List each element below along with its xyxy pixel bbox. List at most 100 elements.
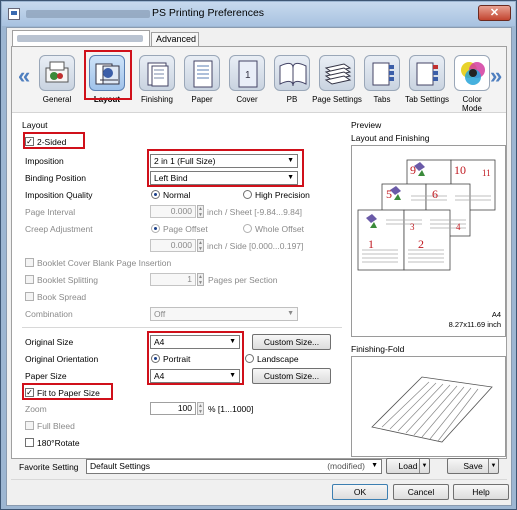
page-interval-spinner[interactable]: ▲ ▼: [197, 205, 204, 218]
load-label: Load: [398, 461, 418, 471]
zoom-input[interactable]: 100: [150, 402, 196, 415]
creep-whole-offset-label: Whole Offset: [255, 224, 304, 234]
creep-value-spinner[interactable]: ▲ ▼: [197, 239, 204, 252]
save-button[interactable]: Save ▼: [447, 458, 499, 474]
preview-paper-size: A4: [491, 310, 501, 319]
favorite-setting-value: Default Settings: [90, 461, 151, 471]
page-interval-label: Page Interval: [25, 207, 76, 217]
page-number-4: 4: [456, 222, 461, 232]
combination-label: Combination: [25, 309, 73, 319]
tool-layout-label: Layout: [93, 95, 121, 104]
finishing-fold-preview: [351, 356, 506, 457]
tool-layout[interactable]: Layout: [83, 51, 131, 111]
rotate-180-label: 180°Rotate: [37, 438, 80, 448]
layout-icon: [89, 55, 125, 91]
modified-indicator: (modified): [327, 461, 365, 471]
paper-custom-size-button[interactable]: Custom Size...: [252, 368, 331, 384]
section-divider: [22, 327, 342, 328]
tab-advanced[interactable]: Advanced: [151, 32, 199, 47]
page-number-2: 2: [418, 237, 424, 251]
save-dropdown-icon[interactable]: ▼: [488, 459, 498, 473]
perfect-binding-icon: [274, 55, 310, 91]
landscape-label: Landscape: [257, 354, 299, 364]
help-button[interactable]: Help: [453, 484, 509, 500]
scroll-left-arrow-icon[interactable]: «: [18, 63, 30, 89]
original-custom-size-button[interactable]: Custom Size...: [252, 334, 331, 350]
creep-adjustment-label: Creep Adjustment: [25, 224, 93, 234]
original-size-value: A4: [154, 337, 165, 347]
load-dropdown-icon[interactable]: ▼: [419, 459, 429, 473]
favorite-setting-select[interactable]: Default Settings (modified) ▼: [86, 459, 382, 474]
combination-select[interactable]: Off ▼: [150, 307, 298, 321]
finishing-icon: [139, 55, 175, 91]
chevron-down-icon: ▼: [287, 310, 294, 317]
fold-stack-illustration: [371, 376, 493, 443]
fit-to-paper-checkbox[interactable]: ✓: [25, 388, 34, 397]
combination-value: Off: [154, 309, 166, 319]
title-bar: PS Printing Preferences ✕: [2, 2, 515, 26]
save-label: Save: [463, 461, 483, 471]
chevron-down-icon: ▼: [287, 174, 294, 181]
settings-panel: « » General Layout Finishing Paper 1 Cov…: [11, 46, 507, 459]
preview-title: Preview: [351, 120, 382, 130]
ok-button[interactable]: OK: [332, 484, 388, 500]
preview-paper-dims: 8.27x11.69 inch: [448, 320, 501, 329]
printing-preferences-window: PS Printing Preferences ✕ Advanced « » G…: [0, 0, 517, 510]
booklet-cover-blank-checkbox[interactable]: [25, 258, 34, 267]
binding-position-label: Binding Position: [25, 173, 86, 183]
dialog-client-area: Advanced « » General Layout Finishing Pa…: [6, 27, 512, 506]
page-number-1: 1: [368, 237, 374, 251]
page-number-11: 11: [482, 168, 491, 178]
tool-color-mode-label: Color Mode: [461, 95, 482, 113]
portrait-label: Portrait: [163, 354, 191, 364]
two-sided-checkbox[interactable]: ✓: [25, 137, 34, 146]
imposition-label: Imposition: [25, 156, 64, 166]
redacted-printer-name: [26, 10, 150, 18]
tabs-icon: [364, 55, 400, 91]
zoom-spinner[interactable]: ▲ ▼: [197, 402, 204, 415]
landscape-radio[interactable]: [245, 354, 254, 363]
rotate-180-checkbox[interactable]: [25, 438, 34, 447]
color-mode-icon: [454, 55, 490, 91]
book-spread-checkbox[interactable]: [25, 292, 34, 301]
portrait-radio[interactable]: [151, 354, 160, 363]
book-spread-label: Book Spread: [37, 292, 87, 302]
creep-page-offset-radio[interactable]: [151, 224, 160, 233]
zoom-label: Zoom: [25, 404, 47, 414]
creep-whole-offset-radio[interactable]: [243, 224, 252, 233]
cover-icon: 1: [229, 55, 265, 91]
booklet-splitting-checkbox[interactable]: [25, 275, 34, 284]
chevron-down-icon: ▼: [229, 372, 236, 379]
chevron-down-icon: ▼: [371, 462, 378, 469]
imposition-select[interactable]: 2 in 1 (Full Size) ▼: [150, 154, 298, 168]
printer-app-icon: [8, 8, 20, 20]
cancel-button[interactable]: Cancel: [393, 484, 449, 500]
close-button[interactable]: ✕: [478, 5, 511, 21]
load-button[interactable]: Load ▼: [386, 458, 430, 474]
paper-size-value: A4: [154, 371, 165, 381]
binding-position-select[interactable]: Left Bind ▼: [150, 171, 298, 185]
tab-basic[interactable]: [12, 30, 150, 47]
booklet-splitting-input[interactable]: 1: [150, 273, 196, 286]
general-icon: [39, 55, 75, 91]
page-number-10: 10: [454, 163, 466, 177]
original-size-select[interactable]: A4 ▼: [150, 335, 240, 349]
quality-normal-label: Normal: [163, 190, 191, 200]
paper-size-label: Paper Size: [25, 371, 67, 381]
quality-high-radio[interactable]: [243, 190, 252, 199]
creep-page-offset-label: Page Offset: [163, 224, 208, 234]
binding-position-value: Left Bind: [154, 173, 188, 183]
creep-value-input[interactable]: 0.000: [150, 239, 196, 252]
tool-color-mode[interactable]: Color Mode: [448, 51, 496, 113]
paper-icon: [184, 55, 220, 91]
page-interval-input[interactable]: 0.000: [150, 205, 196, 218]
chevron-down-icon: ▼: [229, 338, 236, 345]
full-bleed-checkbox[interactable]: [25, 421, 34, 430]
tool-general[interactable]: General: [33, 51, 81, 111]
paper-size-select[interactable]: A4 ▼: [150, 369, 240, 383]
page-number-5: 5: [386, 187, 392, 201]
quality-normal-radio[interactable]: [151, 190, 160, 199]
page-number-3: 3: [410, 222, 415, 232]
tab-settings-icon: [409, 55, 445, 91]
booklet-splitting-spinner[interactable]: ▲ ▼: [197, 273, 204, 286]
